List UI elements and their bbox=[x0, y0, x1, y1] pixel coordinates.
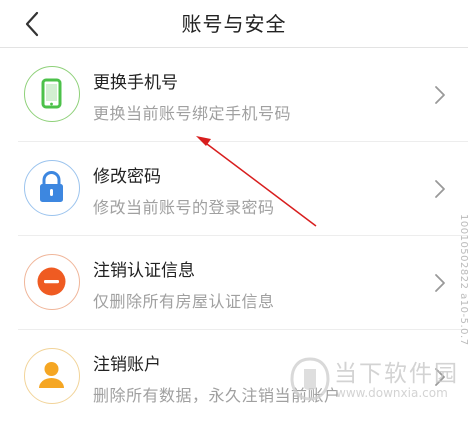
phone-icon-ring bbox=[24, 66, 80, 122]
minus-circle-icon-ring bbox=[24, 254, 80, 310]
page-title: 账号与安全 bbox=[181, 12, 287, 36]
item-description: 修改当前账号的登录密码 bbox=[93, 198, 275, 217]
menu-item-change-password[interactable]: 修改密码 修改当前账号的登录密码 bbox=[0, 142, 468, 236]
menu-item-cancel-certification[interactable]: 注销认证信息 仅删除所有房屋认证信息 bbox=[0, 236, 468, 330]
menu-item-change-phone[interactable]: 更换手机号 更换当前账号绑定手机号码 bbox=[0, 48, 468, 142]
item-description: 仅删除所有房屋认证信息 bbox=[93, 292, 275, 311]
lock-icon bbox=[40, 171, 63, 202]
item-title: 注销账户 bbox=[93, 355, 161, 375]
watermark-logo-icon bbox=[290, 357, 330, 401]
phone-icon bbox=[41, 78, 62, 109]
item-title: 注销认证信息 bbox=[93, 261, 195, 281]
user-icon-ring bbox=[24, 348, 80, 404]
watermark-url: www.downxia.com bbox=[336, 386, 448, 400]
item-title: 更换手机号 bbox=[93, 73, 178, 93]
side-code-text: 10010502822 a10-5.0.7 bbox=[458, 214, 468, 346]
chevron-right-icon bbox=[435, 274, 445, 292]
chevron-right-icon bbox=[435, 180, 445, 198]
item-description: 更换当前账号绑定手机号码 bbox=[93, 104, 292, 123]
chevron-right-icon bbox=[435, 86, 445, 104]
user-icon bbox=[39, 362, 64, 388]
watermark-title: 当下软件园 bbox=[334, 361, 459, 387]
top-bar: 账号与安全 bbox=[0, 0, 468, 48]
minus-circle-icon bbox=[37, 267, 66, 296]
lock-icon-ring bbox=[24, 160, 80, 216]
item-title: 修改密码 bbox=[93, 167, 161, 187]
